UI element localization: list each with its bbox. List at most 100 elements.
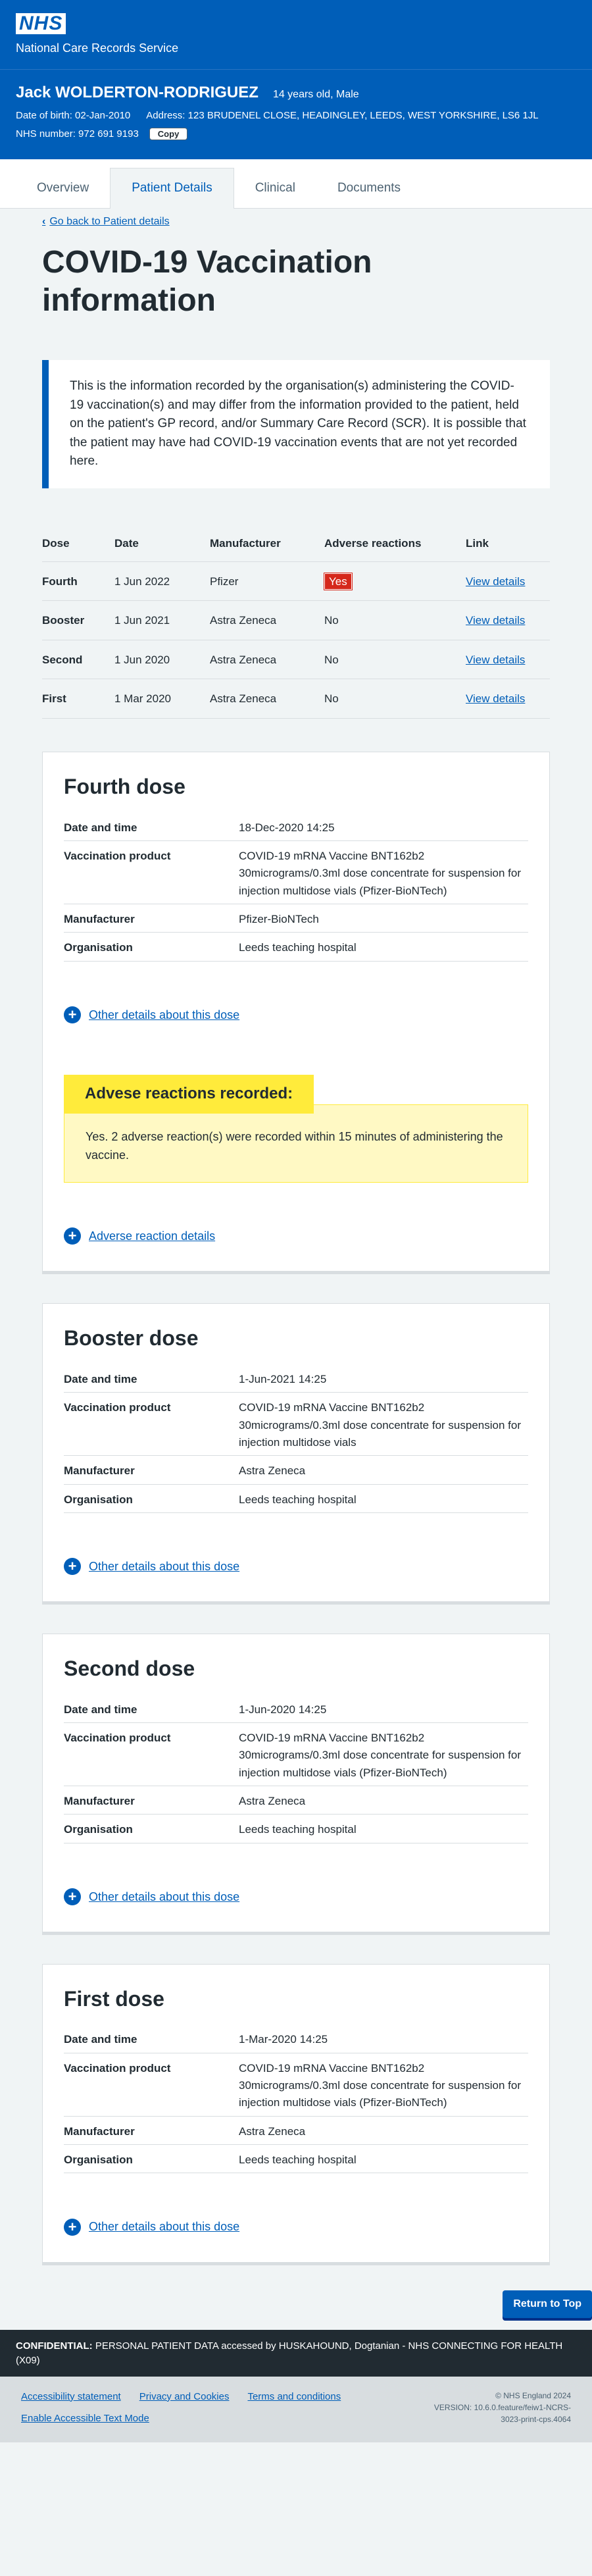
- dose-cell: First: [42, 679, 114, 719]
- product-value: COVID-19 mRNA Vaccine BNT162b2 30microgr…: [239, 1732, 521, 1779]
- date-cell: 1 Jun 2022: [114, 561, 210, 602]
- footer: Accessibility statement Privacy and Cook…: [0, 2376, 592, 2442]
- vaccination-summary-table: Dose Date Manufacturer Adverse reactions…: [42, 526, 550, 719]
- plus-circle-icon: +: [64, 1558, 81, 1576]
- other-details-link[interactable]: + Other details about this dose: [64, 2218, 528, 2236]
- footer-link-accessibility[interactable]: Accessibility statement: [21, 2390, 121, 2408]
- column-header-manufacturer: Manufacturer: [210, 526, 324, 562]
- back-link[interactable]: ‹ Go back to Patient details: [42, 214, 550, 229]
- tab-clinical[interactable]: Clinical: [234, 168, 316, 208]
- dose-cell: Fourth: [42, 561, 114, 602]
- patient-nhs-number: NHS number: 972 691 9193: [16, 128, 139, 140]
- return-to-top-button[interactable]: Return to Top: [503, 2290, 592, 2318]
- other-details-label: Other details about this dose: [89, 1008, 240, 1021]
- date-cell: 1 Mar 2020: [114, 679, 210, 719]
- dose-title: Fourth dose: [64, 775, 185, 799]
- dose-cell: Second: [42, 640, 114, 680]
- dose-card-second: Second dose Date and time 1-Jun-2020 14:2…: [42, 1634, 550, 1932]
- other-details-link[interactable]: + Other details about this dose: [64, 1558, 528, 1576]
- patient-banner: Jack WOLDERTON-RODRIGUEZ 14 years old, M…: [0, 69, 592, 159]
- organisation-value: Leeds teaching hospital: [239, 1823, 357, 1836]
- manufacturer-label: Manufacturer: [64, 1464, 135, 1478]
- footer-link-terms[interactable]: Terms and conditions: [247, 2390, 341, 2408]
- organisation-value: Leeds teaching hospital: [239, 2153, 357, 2167]
- adverse-reaction-details-link[interactable]: + Adverse reaction details: [64, 1227, 528, 1245]
- adverse-cell: No: [324, 600, 466, 640]
- table-row: Second 1 Jun 2020 Astra Zeneca No View d…: [42, 640, 550, 680]
- plus-circle-icon: +: [64, 1888, 81, 1905]
- confidential-text: PERSONAL PATIENT DATA accessed by HUSKAH…: [16, 2340, 563, 2367]
- patient-dob: Date of birth: 02-Jan-2010: [16, 109, 131, 121]
- dose-card-fourth: Fourth dose Date and time 18-Dec-2020 14:…: [42, 752, 550, 1272]
- date-cell: 1 Jun 2021: [114, 600, 210, 640]
- return-top-container: Return to Top: [0, 2263, 592, 2318]
- date-time-value: 18-Dec-2020 14:25: [239, 821, 335, 834]
- manufacturer-value: Astra Zeneca: [239, 1795, 306, 1808]
- tab-overview[interactable]: Overview: [16, 168, 110, 208]
- product-value: COVID-19 mRNA Vaccine BNT162b2 30microgr…: [239, 2061, 521, 2109]
- copy-nhs-number-button[interactable]: Copy: [149, 127, 188, 140]
- date-cell: 1 Jun 2020: [114, 640, 210, 680]
- organisation-label: Organisation: [64, 2153, 133, 2167]
- adverse-cell: No: [324, 640, 466, 680]
- page-title: COVID-19 Vaccination information: [42, 245, 372, 318]
- dose-card-booster: Booster dose Date and time 1-Jun-2021 14:…: [42, 1303, 550, 1603]
- adverse-cell: No: [324, 679, 466, 719]
- plus-circle-icon: +: [64, 1006, 81, 1023]
- column-header-dose: Dose: [42, 526, 114, 562]
- manufacturer-value: Astra Zeneca: [239, 2125, 306, 2138]
- organisation-label: Organisation: [64, 1823, 133, 1836]
- footer-link-accessible-mode[interactable]: Enable Accessible Text Mode: [21, 2411, 429, 2429]
- adverse-details-label: Adverse reaction details: [89, 1229, 216, 1243]
- organisation-label: Organisation: [64, 1493, 133, 1506]
- organisation-value: Leeds teaching hospital: [239, 941, 357, 954]
- table-row: Fourth 1 Jun 2022 Pfizer Yes View detail…: [42, 561, 550, 602]
- footer-link-privacy[interactable]: Privacy and Cookies: [139, 2390, 230, 2408]
- patient-age-sex: 14 years old, Male: [272, 89, 359, 100]
- other-details-link[interactable]: + Other details about this dose: [64, 1006, 528, 1023]
- view-details-link[interactable]: View details: [466, 692, 525, 705]
- tab-patient-details[interactable]: Patient Details: [110, 168, 234, 209]
- tab-documents[interactable]: Documents: [316, 168, 422, 208]
- manufacturer-cell: Astra Zeneca: [210, 679, 324, 719]
- date-time-label: Date and time: [64, 1372, 137, 1385]
- column-header-link: Link: [466, 526, 550, 562]
- date-time-label: Date and time: [64, 1703, 137, 1716]
- other-details-label: Other details about this dose: [89, 1890, 240, 1903]
- view-details-link[interactable]: View details: [466, 654, 525, 666]
- product-value: COVID-19 mRNA Vaccine BNT162b2 30microgr…: [239, 1401, 521, 1449]
- column-header-date: Date: [114, 526, 210, 562]
- other-details-link[interactable]: + Other details about this dose: [64, 1888, 528, 1905]
- manufacturer-cell: Pfizer: [210, 561, 324, 602]
- product-label: Vaccination product: [64, 1732, 171, 1744]
- dose-title: First dose: [64, 1986, 164, 2011]
- organisation-label: Organisation: [64, 941, 133, 954]
- column-header-adverse: Adverse reactions: [324, 526, 466, 562]
- manufacturer-label: Manufacturer: [64, 2125, 135, 2138]
- site-header: NHS National Care Records Service: [0, 0, 592, 69]
- product-label: Vaccination product: [64, 2061, 171, 2074]
- patient-address: Address: 123 BRUDENEL CLOSE, HEADINGLEY,…: [146, 109, 539, 121]
- tab-bar: Overview Patient Details Clinical Docume…: [0, 159, 592, 209]
- other-details-label: Other details about this dose: [89, 2220, 240, 2234]
- product-label: Vaccination product: [64, 1401, 171, 1414]
- adverse-reactions-warning: Advese reactions recorded: Yes. 2 advers…: [64, 1074, 528, 1183]
- warning-heading: Advese reactions recorded:: [64, 1074, 314, 1114]
- inset-text: This is the information recorded by the …: [42, 360, 550, 488]
- service-name: National Care Records Service: [16, 41, 179, 55]
- view-details-link[interactable]: View details: [466, 614, 525, 627]
- dose-title: Booster dose: [64, 1326, 199, 1351]
- back-link-label: Go back to Patient details: [49, 216, 170, 227]
- product-value: COVID-19 mRNA Vaccine BNT162b2 30microgr…: [239, 850, 521, 897]
- table-row: Booster 1 Jun 2021 Astra Zeneca No View …: [42, 600, 550, 640]
- view-details-link[interactable]: View details: [466, 575, 525, 588]
- manufacturer-label: Manufacturer: [64, 913, 135, 926]
- nhs-logo[interactable]: NHS: [16, 13, 66, 34]
- manufacturer-value: Astra Zeneca: [239, 1464, 306, 1478]
- plus-circle-icon: +: [64, 2218, 81, 2236]
- date-time-label: Date and time: [64, 821, 137, 834]
- product-label: Vaccination product: [64, 850, 171, 863]
- manufacturer-cell: Astra Zeneca: [210, 640, 324, 680]
- date-time-value: 1-Mar-2020 14:25: [239, 2033, 328, 2046]
- dose-title: Second dose: [64, 1657, 195, 1681]
